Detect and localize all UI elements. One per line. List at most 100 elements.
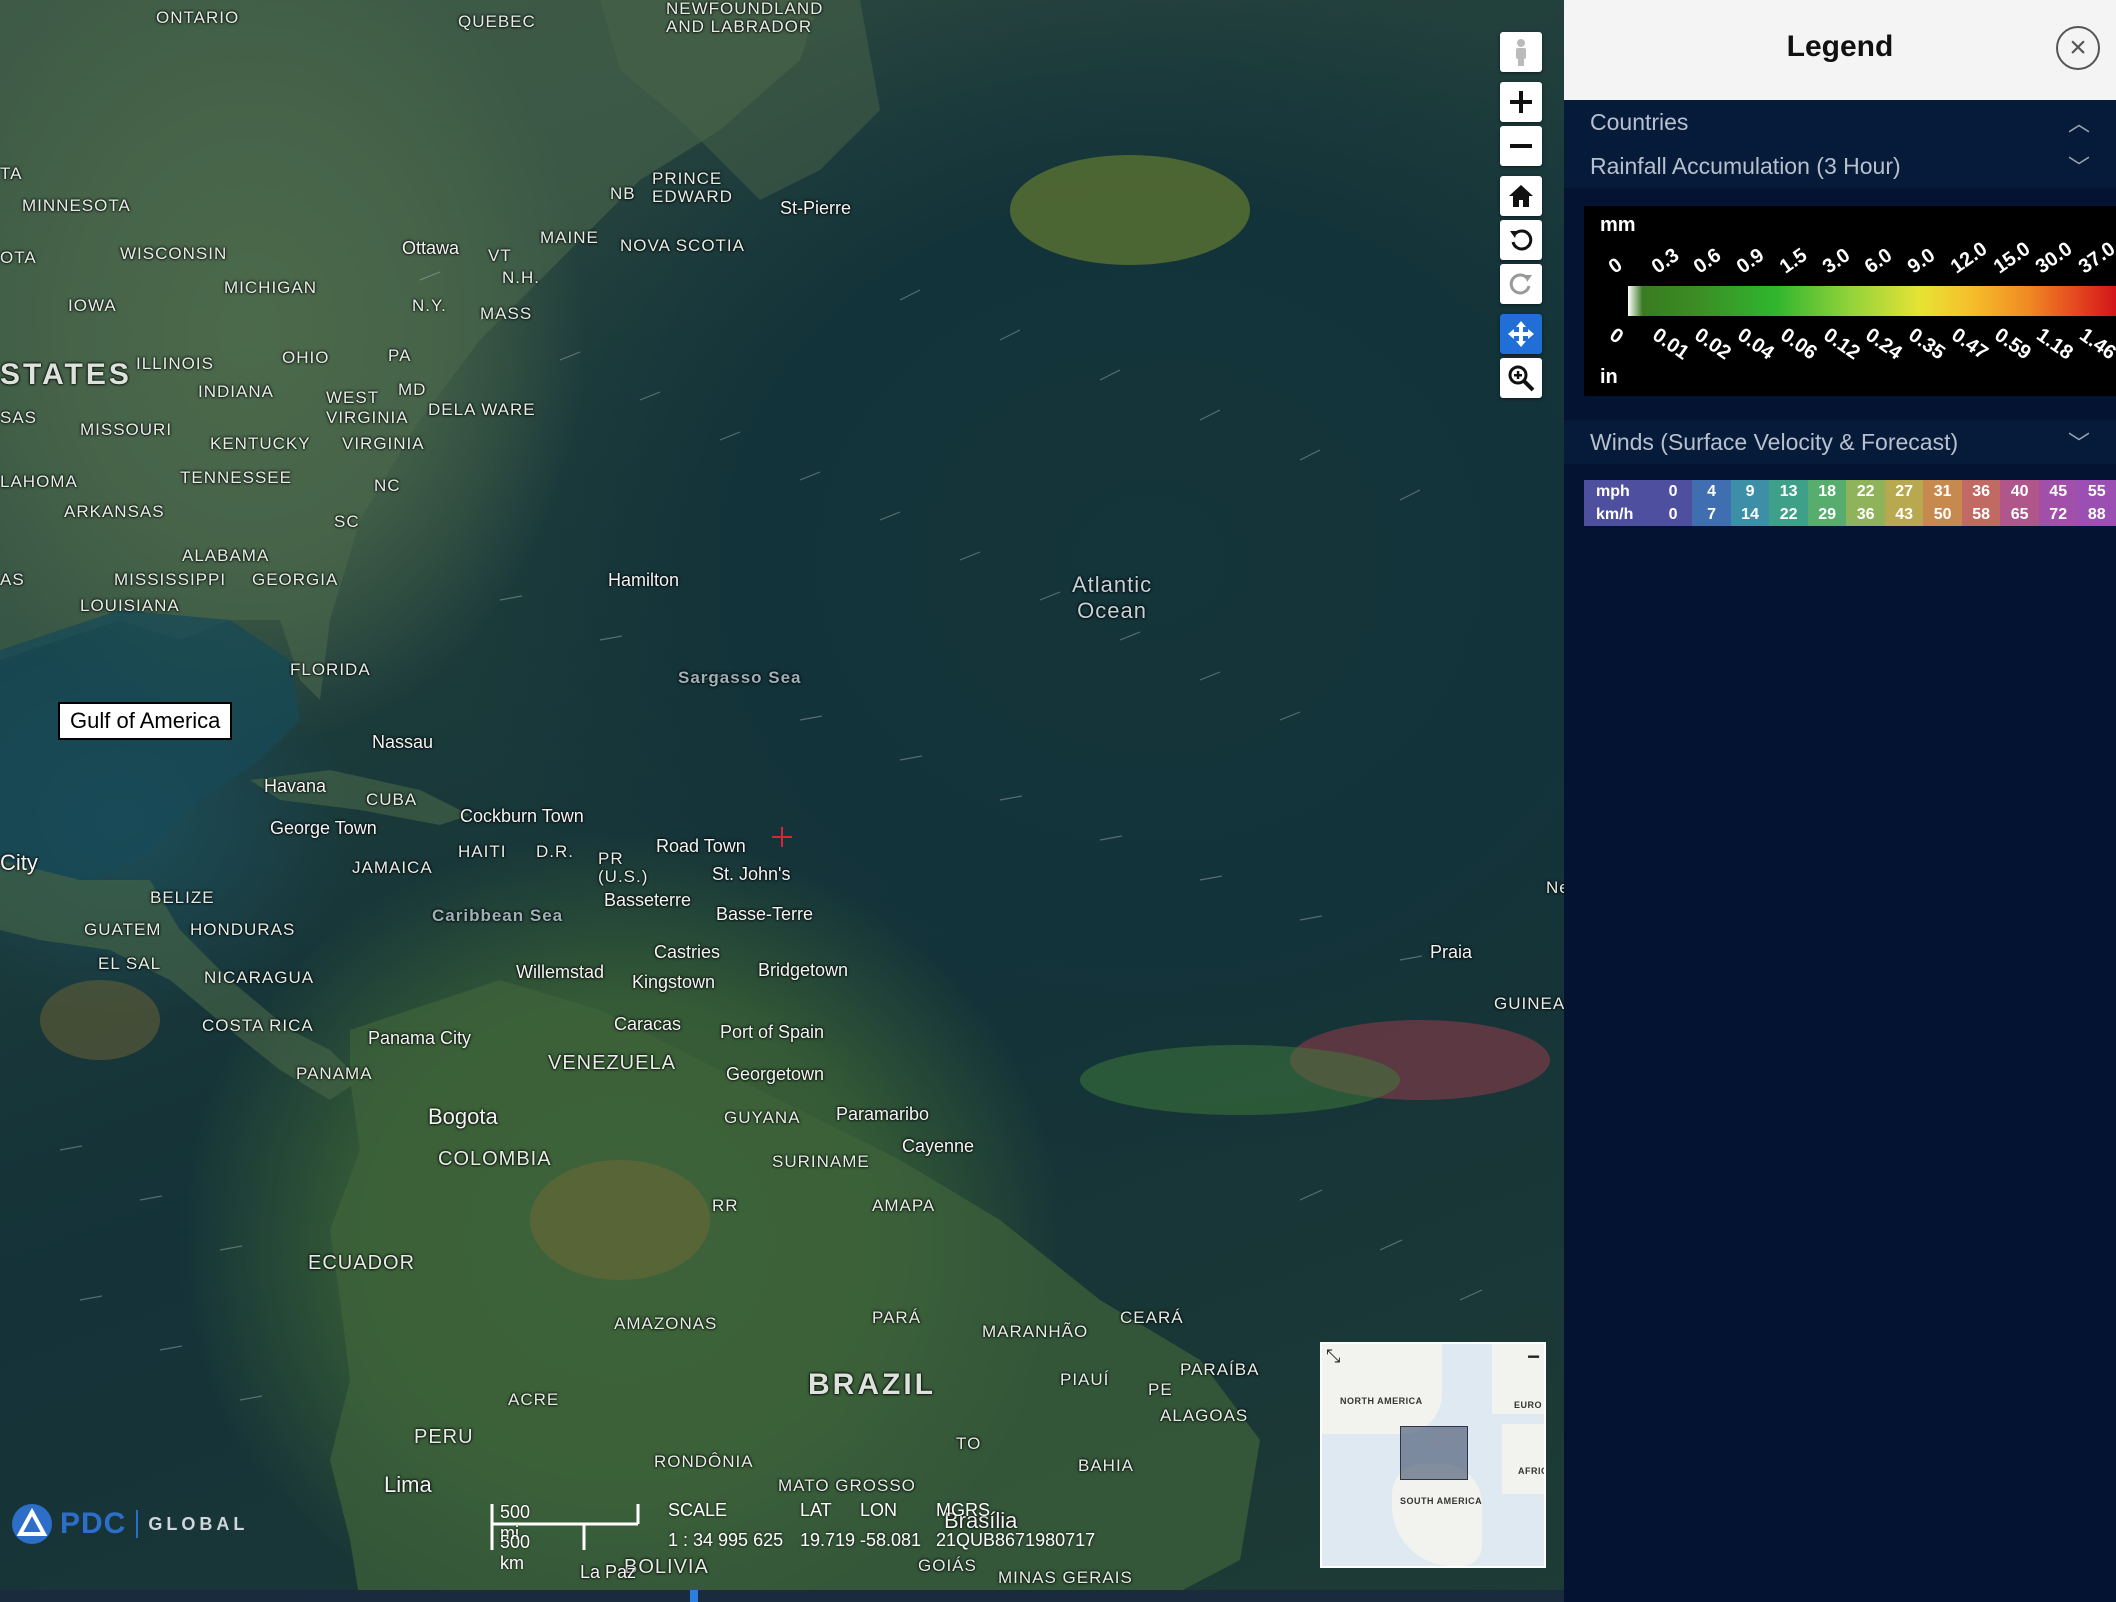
label-guatemala: GUATEM <box>84 920 162 939</box>
winds-value-cell: 58 <box>1961 503 2001 526</box>
label-west-virginia: WEST VIRGINIA <box>326 388 409 427</box>
winds-unit-label: mph <box>1584 480 1654 503</box>
rainfall-mm-tick: 3.0 <box>1818 244 1854 279</box>
label-ny: N.Y. <box>412 296 447 315</box>
gulf-of-america-label[interactable]: Gulf of America <box>58 702 233 740</box>
zoom-box-button[interactable] <box>1500 358 1542 398</box>
overview-map[interactable]: NORTH AMERICA SOUTH AMERICA EURO AFRIC A… <box>1320 1342 1546 1568</box>
legend-close-button[interactable]: × <box>2056 26 2100 70</box>
label-nc: NC <box>374 476 401 495</box>
winds-unit-label: km/h <box>1584 503 1654 526</box>
rotate-left-button[interactable] <box>1500 220 1542 260</box>
city-la-paz: La Paz <box>580 1562 637 1582</box>
winds-value-cell: 22 <box>1769 503 1808 526</box>
overview-south-america-label: SOUTH AMERICA <box>1400 1496 1483 1506</box>
label-pa: PA <box>388 346 412 365</box>
zoom-box-icon <box>1508 365 1535 392</box>
label-tennessee: TENNESSEE <box>180 468 292 487</box>
label-cuba: CUBA <box>366 790 418 809</box>
overview-atlantic-label: Atlantic Ocean <box>1434 1431 1464 1448</box>
overview-collapse-icon[interactable]: − <box>1527 1344 1540 1370</box>
city-cayenne: Cayenne <box>902 1136 975 1156</box>
label-wisconsin: WISCONSIN <box>120 244 228 263</box>
label-piaui: PIAUÍ <box>1060 1370 1110 1389</box>
label-goias: GOIÁS <box>918 1556 977 1575</box>
label-nb: NB <box>610 184 636 203</box>
label-nova-scotia: NOVA SCOTIA <box>620 236 745 255</box>
winds-value-cell: 29 <box>1807 503 1847 526</box>
winds-value-cell: 13 <box>1769 480 1808 503</box>
zoom-in-button[interactable] <box>1500 82 1542 122</box>
street-view-icon <box>1516 39 1526 66</box>
gulf-water <box>0 610 300 880</box>
chevron-down-icon: ﹀ <box>2067 431 2090 456</box>
label-colombia: COLOMBIA <box>438 1148 552 1170</box>
legend-section-countries[interactable]: Countries ︿ <box>1564 100 2116 144</box>
label-bahia: BAHIA <box>1078 1456 1135 1475</box>
rotate-right-button[interactable] <box>1500 264 1542 304</box>
legend-section-rainfall[interactable]: Rainfall Accumulation (3 Hour) ﹀ <box>1564 144 2116 188</box>
label-sas: SAS <box>0 408 38 427</box>
rainfall-in-tick: 0.24 <box>1861 324 1907 365</box>
rotate-left-icon <box>1510 229 1533 251</box>
rainfall-in-tick: 0.04 <box>1733 324 1779 365</box>
city-st-pierre: St-Pierre <box>780 198 852 218</box>
label-nh: N.H. <box>502 268 540 287</box>
home-icon <box>1509 185 1533 207</box>
winds-value-cell: 50 <box>1923 503 1962 526</box>
rainfall-mm-tick: 0 <box>1604 253 1627 279</box>
label-ceara: CEARÁ <box>1120 1308 1184 1327</box>
close-icon: × <box>2069 31 2087 64</box>
pan-button[interactable] <box>1500 314 1542 354</box>
label-kentucky: KENTUCKY <box>210 434 311 453</box>
city-port-of-spain: Port of Spain <box>720 1022 825 1042</box>
zoom-out-button[interactable] <box>1500 126 1542 166</box>
label-louisiana: LOUISIANA <box>80 596 180 615</box>
scale-km: 500 km <box>500 1532 531 1573</box>
label-minas-gerais: MINAS GERAIS <box>998 1568 1133 1587</box>
label-alabama: ALABAMA <box>182 546 270 565</box>
winds-value-cell: 31 <box>1923 480 1962 503</box>
lon-label: LON <box>860 1500 898 1520</box>
legend-title: Legend <box>1786 30 1894 63</box>
label-arkansas: ARKANSAS <box>64 502 165 521</box>
mgrs-label: MGRS <box>936 1500 990 1520</box>
city-havana: Havana <box>264 776 327 796</box>
rainfall-in-tick: 0.12 <box>1819 324 1864 365</box>
overview-africa <box>1502 1424 1544 1494</box>
label-el-salvador: EL SAL <box>98 954 162 973</box>
rainfall-mm-tick: 30.0 <box>2032 237 2077 279</box>
scale-value: 1 : 34 995 625 <box>668 1530 784 1550</box>
section-label-countries: Countries <box>1590 108 1689 135</box>
label-venezuela: VENEZUELA <box>548 1052 676 1074</box>
winds-scale: mph 0 4 9 13 18 22 27 31 36 40 45 55 km/h 0 7 14 22 29 36 4… <box>1584 480 2116 526</box>
label-acre: ACRE <box>508 1390 560 1409</box>
label-missouri: MISSOURI <box>80 420 173 439</box>
rainfall-mm-tick: 6.0 <box>1861 244 1897 279</box>
city-nassau: Nassau <box>372 732 434 752</box>
winds-value-cell: 55 <box>2077 480 2116 503</box>
timeline-strip[interactable] <box>0 1590 1564 1602</box>
winds-value-cell: 43 <box>1884 503 1924 526</box>
pdc-logo: PDC GLOBAL <box>10 1502 248 1546</box>
street-view-button[interactable] <box>1500 32 1542 72</box>
timeline-marker[interactable] <box>690 1590 698 1602</box>
overview-north-america-label: NORTH AMERICA <box>1340 1396 1423 1406</box>
label-para: PARÁ <box>872 1308 922 1327</box>
logo-pdc-text: PDC <box>60 1507 127 1540</box>
overview-expand-icon[interactable]: ⤡ <box>1326 1346 1340 1367</box>
zoom-out-icon <box>1510 144 1532 148</box>
winds-value-cell: 14 <box>1730 503 1770 526</box>
home-button[interactable] <box>1500 176 1542 216</box>
pdc-logo-icon <box>12 1504 52 1544</box>
rainfall-mm-label: mm <box>1600 214 1636 236</box>
city-bogota: Bogota <box>428 1104 498 1129</box>
rotate-right-icon <box>1509 273 1532 295</box>
winds-value-cell: 0 <box>1653 480 1693 503</box>
map-view[interactable]: ONTARIO QUEBEC NEWFOUNDLAND AND LABRADOR… <box>0 0 1564 1602</box>
section-label-winds: Winds (Surface Velocity & Forecast) <box>1590 428 1959 455</box>
city-bridgetown: Bridgetown <box>758 960 849 980</box>
label-brazil: BRAZIL <box>808 1368 936 1401</box>
winds-mph-row: mph 0 4 9 13 18 22 27 31 36 40 45 55 <box>1584 480 2116 503</box>
legend-section-winds[interactable]: Winds (Surface Velocity & Forecast) ﹀ <box>1564 420 2116 464</box>
